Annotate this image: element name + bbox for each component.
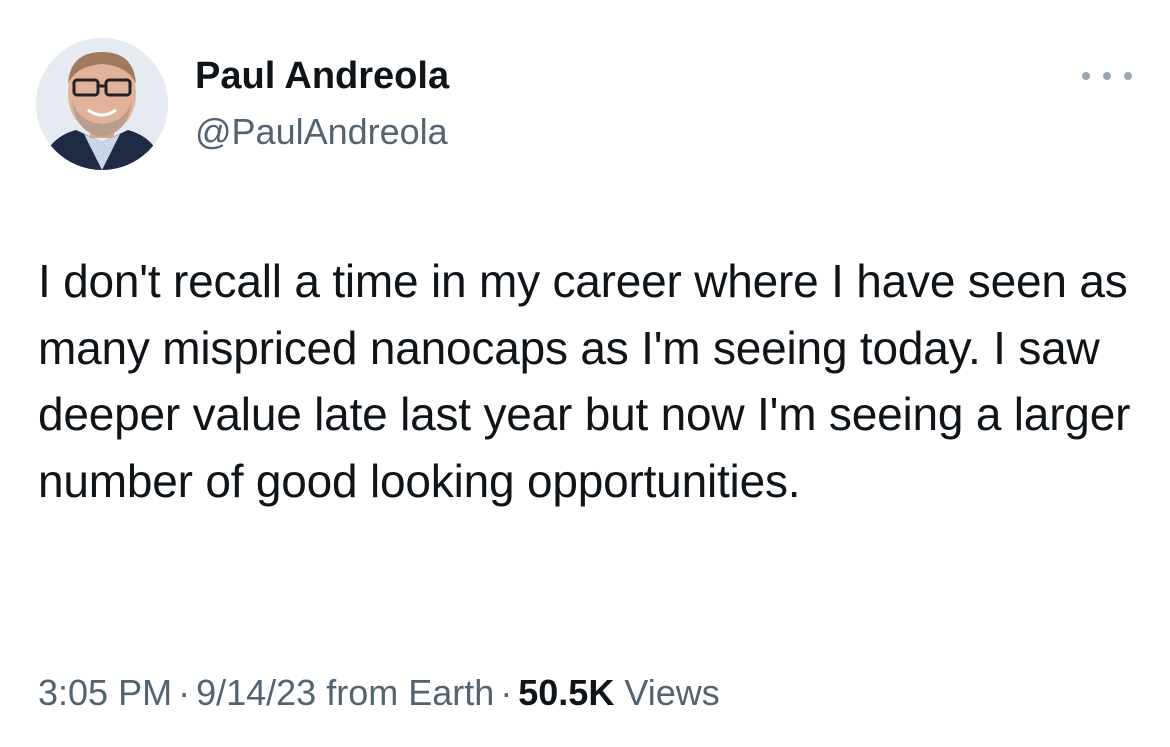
tweet-source: from Earth: [326, 672, 495, 713]
avatar-image: [36, 38, 168, 170]
tweet-date[interactable]: 9/14/23: [196, 672, 316, 713]
more-options-icon[interactable]: [1082, 66, 1132, 86]
more-dot: [1103, 72, 1111, 80]
tweet-card: Paul Andreola @PaulAndreola I don't reca…: [0, 0, 1170, 747]
meta-separator: ·: [178, 672, 191, 713]
more-dot: [1082, 72, 1090, 80]
avatar[interactable]: [36, 38, 168, 170]
meta-separator: ·: [500, 672, 513, 713]
author-handle[interactable]: @PaulAndreola: [195, 110, 448, 154]
views-count[interactable]: 50.5K: [518, 672, 614, 713]
tweet-time[interactable]: 3:05 PM: [38, 672, 172, 713]
tweet-text: I don't recall a time in my career where…: [38, 255, 1131, 507]
tweet-meta: 3:05 PM · 9/14/23 from Earth · 50.5K Views: [38, 668, 720, 718]
more-dot: [1124, 72, 1132, 80]
author-name[interactable]: Paul Andreola: [195, 52, 449, 100]
views-label: Views: [624, 672, 720, 713]
